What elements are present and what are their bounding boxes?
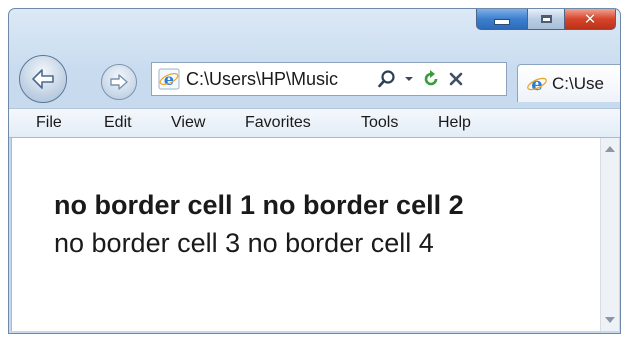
menu-bar: File Edit View Favorites Tools Help [9,108,620,138]
stop-icon[interactable] [448,71,464,87]
menu-favorites[interactable]: Favorites [233,114,323,132]
close-icon: ✕ [583,9,597,28]
forward-arrow-icon [110,74,128,90]
table-row-header: no border cell 1 no border cell 2 [54,190,464,220]
maximize-icon [540,15,552,23]
back-arrow-icon [32,69,54,89]
scroll-up-icon[interactable] [605,146,615,152]
menu-tools[interactable]: Tools [349,114,410,132]
minimize-icon [494,19,510,25]
address-bar[interactable]: e C:\Users\HP\Music [151,62,507,96]
menu-file[interactable]: File [24,114,74,132]
caption-buttons: ✕ [476,9,616,30]
forward-button[interactable] [101,64,137,100]
back-button[interactable] [19,55,67,103]
tab-label: C:\Use [552,73,604,93]
svg-text:e: e [164,70,174,89]
browser-window: ✕ e C:\Users\HP\Music e C:\Use File Edit… [8,8,621,334]
ie-logo-icon: e [527,74,547,95]
ie-logo-icon: e [158,68,180,90]
menu-view[interactable]: View [159,114,217,132]
search-icon[interactable] [378,70,396,88]
close-button[interactable]: ✕ [564,9,616,30]
maximize-button[interactable] [527,9,565,30]
scroll-down-icon[interactable] [605,317,615,323]
minimize-button[interactable] [476,9,528,30]
svg-text:e: e [531,74,542,95]
table-row: no border cell 3 no border cell 4 [54,228,434,258]
dropdown-icon[interactable] [404,75,414,83]
menu-help[interactable]: Help [426,114,483,132]
address-input[interactable]: C:\Users\HP\Music [186,69,366,90]
vertical-scrollbar[interactable] [600,138,619,331]
refresh-icon[interactable] [422,70,440,88]
menu-edit[interactable]: Edit [92,114,144,132]
page-content: no border cell 1 no border cell 2 no bor… [11,138,619,331]
address-tools [378,70,472,88]
tab-current[interactable]: e C:\Use [517,64,620,102]
